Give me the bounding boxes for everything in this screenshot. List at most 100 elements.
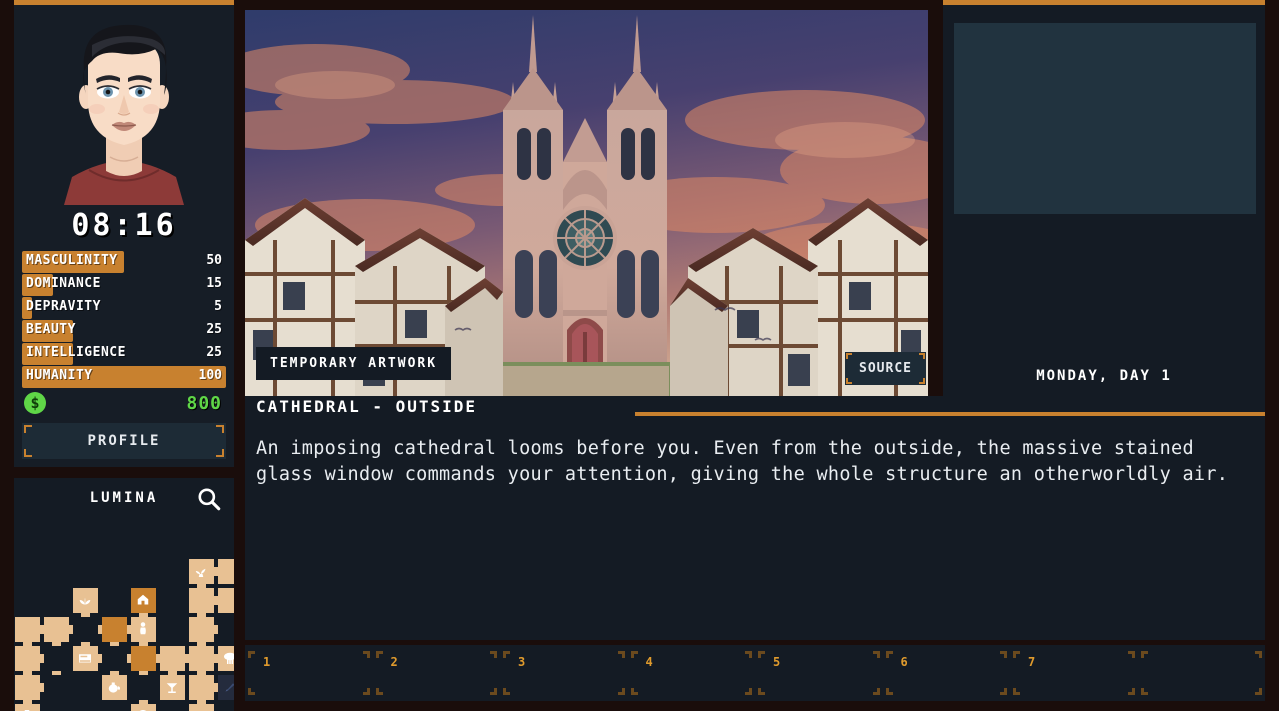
corner-tr — [919, 353, 925, 359]
map-room[interactable] — [218, 559, 234, 584]
lotus-icon — [79, 597, 91, 605]
hotbar-slot[interactable]: 3 — [500, 645, 628, 701]
corner-br — [919, 378, 925, 384]
character-portrait-panel — [14, 5, 234, 205]
map-corridor — [214, 654, 218, 663]
location-title-strip: CATHEDRAL - OUTSIDE — [245, 396, 1265, 422]
search-icon[interactable] — [196, 486, 222, 512]
cocktail-icon — [166, 683, 178, 693]
map-room[interactable] — [131, 588, 156, 613]
corner-tr — [490, 651, 497, 658]
corner-bl — [1140, 688, 1148, 695]
map-room[interactable] — [15, 646, 40, 671]
corner-tl — [1140, 651, 1148, 658]
map-room[interactable] — [218, 588, 234, 613]
scene-artwork: TEMPORARY ARTWORK SOURCE — [245, 10, 928, 396]
map-room[interactable] — [189, 559, 214, 584]
teapot-icon — [108, 682, 121, 693]
map-corridor — [139, 613, 148, 617]
hotbar-slot[interactable]: 1 — [245, 645, 373, 701]
scene-thumbnail — [954, 23, 1256, 214]
map-corridor — [40, 625, 44, 634]
map-corridor — [40, 654, 44, 663]
stat-label: BEAUTY — [26, 322, 76, 337]
map-room[interactable] — [15, 704, 40, 711]
map-room[interactable] — [218, 675, 234, 700]
map-corridor — [197, 700, 206, 704]
map-panel: LUMINA — [14, 478, 234, 711]
map-corridor — [139, 671, 148, 675]
hotbar-slot-number: 1 — [263, 655, 271, 669]
map-corridor — [214, 596, 218, 605]
stat-label: MASCULINITY — [26, 253, 118, 268]
profile-button[interactable]: PROFILE — [22, 423, 226, 459]
game-clock: 08:16 — [71, 208, 177, 243]
hotbar-slot[interactable]: 7 — [1010, 645, 1138, 701]
corner-bl — [885, 688, 893, 695]
map-room[interactable] — [160, 646, 185, 671]
source-button[interactable]: SOURCE — [845, 352, 926, 385]
map-room[interactable] — [189, 588, 214, 613]
stat-value: 5 — [214, 299, 222, 314]
map-corridor — [168, 671, 177, 675]
plant-icon — [195, 568, 206, 577]
hotbar-slot-number: 6 — [900, 655, 908, 669]
cross-icon — [24, 710, 30, 711]
hotbar-slot-number: 3 — [518, 655, 526, 669]
map-corridor — [23, 700, 32, 704]
blade-icon — [225, 683, 234, 692]
stat-value: 25 — [206, 322, 222, 337]
hotbar-slot[interactable]: 2 — [373, 645, 501, 701]
corner-br — [617, 688, 625, 695]
map-corridor — [214, 683, 218, 692]
map-corridor — [52, 642, 61, 646]
map-room[interactable] — [102, 675, 127, 700]
map-corridor — [185, 654, 189, 663]
map-corridor — [127, 625, 131, 634]
map-corridor — [23, 642, 32, 646]
map-room[interactable] — [218, 646, 234, 671]
map-room[interactable] — [189, 617, 214, 642]
corner-tr — [872, 651, 880, 658]
map-room[interactable] — [189, 646, 214, 671]
corner-tr — [216, 425, 224, 433]
map-room[interactable] — [189, 704, 214, 711]
map-room[interactable] — [15, 617, 40, 642]
stat-value: 50 — [206, 253, 222, 268]
map-room[interactable] — [160, 675, 185, 700]
map-corridor — [197, 613, 206, 617]
map-corridor — [139, 642, 148, 646]
map-header: LUMINA — [14, 478, 234, 520]
hotbar-slot-number: 7 — [1028, 655, 1036, 669]
corner-bl — [846, 378, 853, 384]
map-corridor — [156, 654, 160, 663]
map-room[interactable] — [131, 704, 156, 711]
map-room[interactable] — [73, 588, 98, 613]
hotbar-slot[interactable] — [1138, 645, 1266, 701]
map-room[interactable] — [131, 646, 156, 671]
hotbar-slot-number: 5 — [773, 655, 781, 669]
map-room[interactable] — [44, 617, 69, 642]
corner-br — [872, 688, 880, 695]
map-room[interactable] — [73, 646, 98, 671]
hotbar-slot[interactable]: 6 — [883, 645, 1011, 701]
stat-list: MASCULINITY 50 DOMINANCE 15 DEPRAVITY 5 BEAUTY… — [22, 251, 226, 388]
map-room[interactable] — [131, 617, 156, 642]
globe-icon — [139, 710, 147, 711]
hotbar-slot[interactable]: 4 — [628, 645, 756, 701]
map-room[interactable] — [189, 675, 214, 700]
corner-tl — [630, 651, 638, 658]
stat-value: 15 — [206, 276, 222, 291]
stat-row: DEPRAVITY 5 — [22, 297, 226, 319]
map-room[interactable] — [15, 675, 40, 700]
stat-row: HUMANITY 100 — [22, 366, 226, 388]
cathedral-illustration — [245, 10, 928, 396]
map-corridor — [197, 584, 206, 588]
hotbar-slot[interactable]: 5 — [755, 645, 883, 701]
corner-br — [1000, 688, 1007, 695]
corner-tl — [248, 651, 255, 658]
statue-icon — [140, 622, 146, 635]
map-room[interactable] — [102, 617, 127, 642]
corner-tr — [617, 651, 625, 658]
corner-tl — [375, 651, 383, 658]
